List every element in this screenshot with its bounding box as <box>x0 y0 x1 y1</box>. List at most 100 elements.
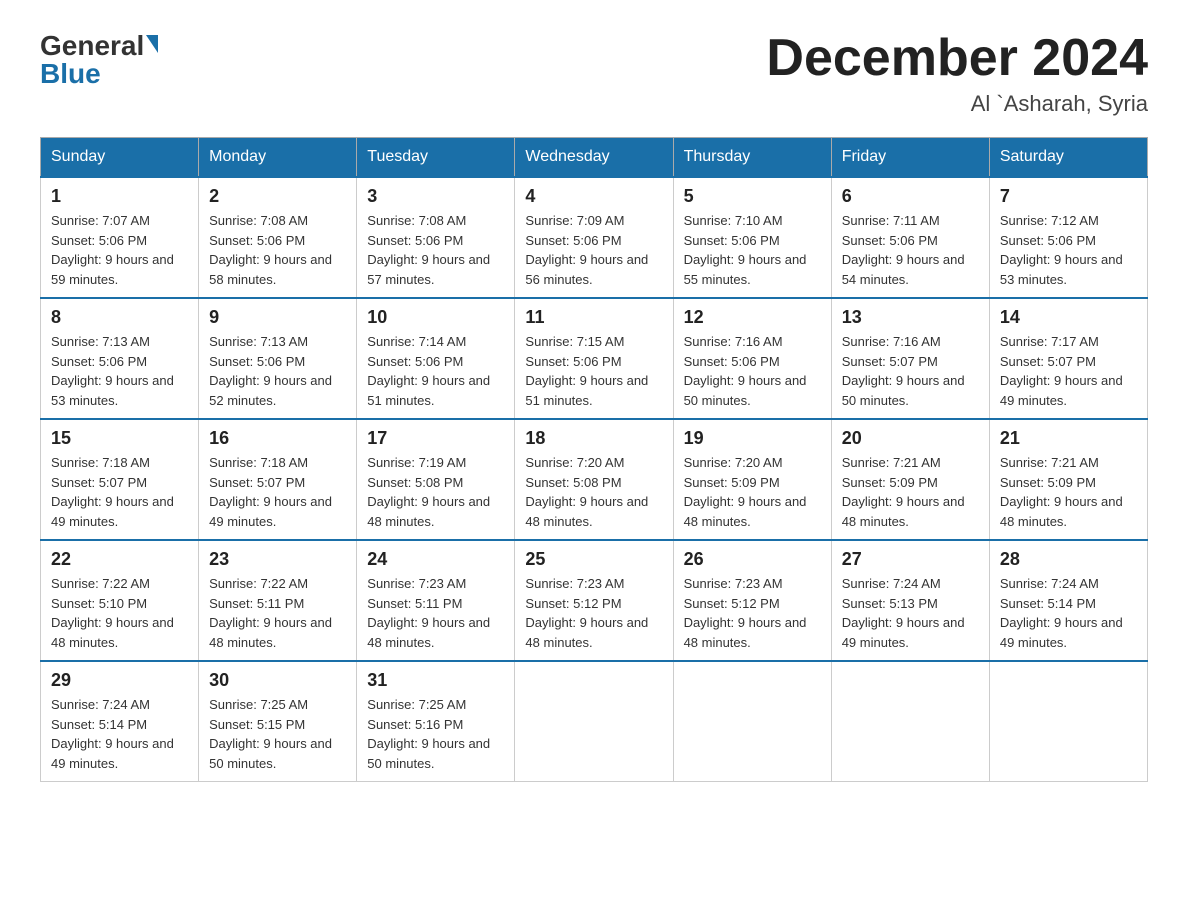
calendar-header-monday: Monday <box>199 138 357 178</box>
day-number: 12 <box>684 307 821 328</box>
day-info: Sunrise: 7:24 AMSunset: 5:14 PMDaylight:… <box>51 695 188 773</box>
calendar-cell: 8 Sunrise: 7:13 AMSunset: 5:06 PMDayligh… <box>41 298 199 419</box>
calendar-cell <box>831 661 989 782</box>
calendar-cell: 16 Sunrise: 7:18 AMSunset: 5:07 PMDaylig… <box>199 419 357 540</box>
logo: General Blue <box>40 30 158 90</box>
calendar-week-row: 22 Sunrise: 7:22 AMSunset: 5:10 PMDaylig… <box>41 540 1148 661</box>
day-info: Sunrise: 7:18 AMSunset: 5:07 PMDaylight:… <box>51 453 188 531</box>
calendar-week-row: 15 Sunrise: 7:18 AMSunset: 5:07 PMDaylig… <box>41 419 1148 540</box>
day-number: 21 <box>1000 428 1137 449</box>
logo-blue-text: Blue <box>40 58 101 90</box>
day-number: 29 <box>51 670 188 691</box>
day-number: 17 <box>367 428 504 449</box>
calendar-cell: 7 Sunrise: 7:12 AMSunset: 5:06 PMDayligh… <box>989 177 1147 298</box>
location: Al `Asharah, Syria <box>766 91 1148 117</box>
day-number: 5 <box>684 186 821 207</box>
day-info: Sunrise: 7:18 AMSunset: 5:07 PMDaylight:… <box>209 453 346 531</box>
calendar-cell: 24 Sunrise: 7:23 AMSunset: 5:11 PMDaylig… <box>357 540 515 661</box>
calendar-cell: 3 Sunrise: 7:08 AMSunset: 5:06 PMDayligh… <box>357 177 515 298</box>
calendar-week-row: 29 Sunrise: 7:24 AMSunset: 5:14 PMDaylig… <box>41 661 1148 782</box>
day-info: Sunrise: 7:24 AMSunset: 5:13 PMDaylight:… <box>842 574 979 652</box>
calendar-cell <box>673 661 831 782</box>
calendar-header-friday: Friday <box>831 138 989 178</box>
day-number: 4 <box>525 186 662 207</box>
day-number: 16 <box>209 428 346 449</box>
day-info: Sunrise: 7:20 AMSunset: 5:08 PMDaylight:… <box>525 453 662 531</box>
day-info: Sunrise: 7:13 AMSunset: 5:06 PMDaylight:… <box>209 332 346 410</box>
calendar-cell: 27 Sunrise: 7:24 AMSunset: 5:13 PMDaylig… <box>831 540 989 661</box>
day-number: 31 <box>367 670 504 691</box>
day-info: Sunrise: 7:10 AMSunset: 5:06 PMDaylight:… <box>684 211 821 289</box>
day-number: 27 <box>842 549 979 570</box>
calendar-header-row: SundayMondayTuesdayWednesdayThursdayFrid… <box>41 138 1148 178</box>
calendar-cell: 31 Sunrise: 7:25 AMSunset: 5:16 PMDaylig… <box>357 661 515 782</box>
day-number: 11 <box>525 307 662 328</box>
day-number: 2 <box>209 186 346 207</box>
month-title: December 2024 <box>766 30 1148 87</box>
day-info: Sunrise: 7:11 AMSunset: 5:06 PMDaylight:… <box>842 211 979 289</box>
calendar-header-saturday: Saturday <box>989 138 1147 178</box>
calendar-cell: 1 Sunrise: 7:07 AMSunset: 5:06 PMDayligh… <box>41 177 199 298</box>
calendar-week-row: 1 Sunrise: 7:07 AMSunset: 5:06 PMDayligh… <box>41 177 1148 298</box>
calendar-cell: 18 Sunrise: 7:20 AMSunset: 5:08 PMDaylig… <box>515 419 673 540</box>
calendar-header-thursday: Thursday <box>673 138 831 178</box>
day-number: 26 <box>684 549 821 570</box>
calendar-cell: 9 Sunrise: 7:13 AMSunset: 5:06 PMDayligh… <box>199 298 357 419</box>
day-info: Sunrise: 7:22 AMSunset: 5:11 PMDaylight:… <box>209 574 346 652</box>
calendar-header-sunday: Sunday <box>41 138 199 178</box>
day-info: Sunrise: 7:24 AMSunset: 5:14 PMDaylight:… <box>1000 574 1137 652</box>
day-number: 14 <box>1000 307 1137 328</box>
calendar-cell: 22 Sunrise: 7:22 AMSunset: 5:10 PMDaylig… <box>41 540 199 661</box>
calendar-header-tuesday: Tuesday <box>357 138 515 178</box>
day-info: Sunrise: 7:12 AMSunset: 5:06 PMDaylight:… <box>1000 211 1137 289</box>
day-number: 20 <box>842 428 979 449</box>
day-info: Sunrise: 7:08 AMSunset: 5:06 PMDaylight:… <box>367 211 504 289</box>
day-info: Sunrise: 7:21 AMSunset: 5:09 PMDaylight:… <box>842 453 979 531</box>
day-number: 8 <box>51 307 188 328</box>
day-number: 24 <box>367 549 504 570</box>
day-info: Sunrise: 7:07 AMSunset: 5:06 PMDaylight:… <box>51 211 188 289</box>
day-info: Sunrise: 7:23 AMSunset: 5:11 PMDaylight:… <box>367 574 504 652</box>
calendar-cell <box>989 661 1147 782</box>
day-info: Sunrise: 7:09 AMSunset: 5:06 PMDaylight:… <box>525 211 662 289</box>
calendar-cell: 4 Sunrise: 7:09 AMSunset: 5:06 PMDayligh… <box>515 177 673 298</box>
day-info: Sunrise: 7:16 AMSunset: 5:07 PMDaylight:… <box>842 332 979 410</box>
day-number: 7 <box>1000 186 1137 207</box>
day-number: 13 <box>842 307 979 328</box>
calendar-cell: 14 Sunrise: 7:17 AMSunset: 5:07 PMDaylig… <box>989 298 1147 419</box>
calendar-cell: 19 Sunrise: 7:20 AMSunset: 5:09 PMDaylig… <box>673 419 831 540</box>
day-info: Sunrise: 7:16 AMSunset: 5:06 PMDaylight:… <box>684 332 821 410</box>
day-info: Sunrise: 7:25 AMSunset: 5:16 PMDaylight:… <box>367 695 504 773</box>
calendar-cell: 10 Sunrise: 7:14 AMSunset: 5:06 PMDaylig… <box>357 298 515 419</box>
day-number: 10 <box>367 307 504 328</box>
day-info: Sunrise: 7:21 AMSunset: 5:09 PMDaylight:… <box>1000 453 1137 531</box>
day-info: Sunrise: 7:23 AMSunset: 5:12 PMDaylight:… <box>684 574 821 652</box>
calendar-cell: 26 Sunrise: 7:23 AMSunset: 5:12 PMDaylig… <box>673 540 831 661</box>
day-number: 1 <box>51 186 188 207</box>
day-number: 23 <box>209 549 346 570</box>
calendar-cell: 20 Sunrise: 7:21 AMSunset: 5:09 PMDaylig… <box>831 419 989 540</box>
day-number: 3 <box>367 186 504 207</box>
day-number: 19 <box>684 428 821 449</box>
day-info: Sunrise: 7:13 AMSunset: 5:06 PMDaylight:… <box>51 332 188 410</box>
title-section: December 2024 Al `Asharah, Syria <box>766 30 1148 117</box>
day-number: 18 <box>525 428 662 449</box>
calendar-cell: 29 Sunrise: 7:24 AMSunset: 5:14 PMDaylig… <box>41 661 199 782</box>
calendar-cell: 25 Sunrise: 7:23 AMSunset: 5:12 PMDaylig… <box>515 540 673 661</box>
day-info: Sunrise: 7:17 AMSunset: 5:07 PMDaylight:… <box>1000 332 1137 410</box>
calendar-cell: 5 Sunrise: 7:10 AMSunset: 5:06 PMDayligh… <box>673 177 831 298</box>
page-header: General Blue December 2024 Al `Asharah, … <box>40 30 1148 117</box>
calendar-header-wednesday: Wednesday <box>515 138 673 178</box>
calendar-cell: 2 Sunrise: 7:08 AMSunset: 5:06 PMDayligh… <box>199 177 357 298</box>
day-info: Sunrise: 7:19 AMSunset: 5:08 PMDaylight:… <box>367 453 504 531</box>
calendar-cell: 12 Sunrise: 7:16 AMSunset: 5:06 PMDaylig… <box>673 298 831 419</box>
calendar-cell: 30 Sunrise: 7:25 AMSunset: 5:15 PMDaylig… <box>199 661 357 782</box>
calendar-cell: 15 Sunrise: 7:18 AMSunset: 5:07 PMDaylig… <box>41 419 199 540</box>
day-number: 25 <box>525 549 662 570</box>
day-number: 9 <box>209 307 346 328</box>
day-info: Sunrise: 7:25 AMSunset: 5:15 PMDaylight:… <box>209 695 346 773</box>
day-number: 30 <box>209 670 346 691</box>
day-number: 6 <box>842 186 979 207</box>
calendar-cell: 28 Sunrise: 7:24 AMSunset: 5:14 PMDaylig… <box>989 540 1147 661</box>
calendar-cell: 13 Sunrise: 7:16 AMSunset: 5:07 PMDaylig… <box>831 298 989 419</box>
